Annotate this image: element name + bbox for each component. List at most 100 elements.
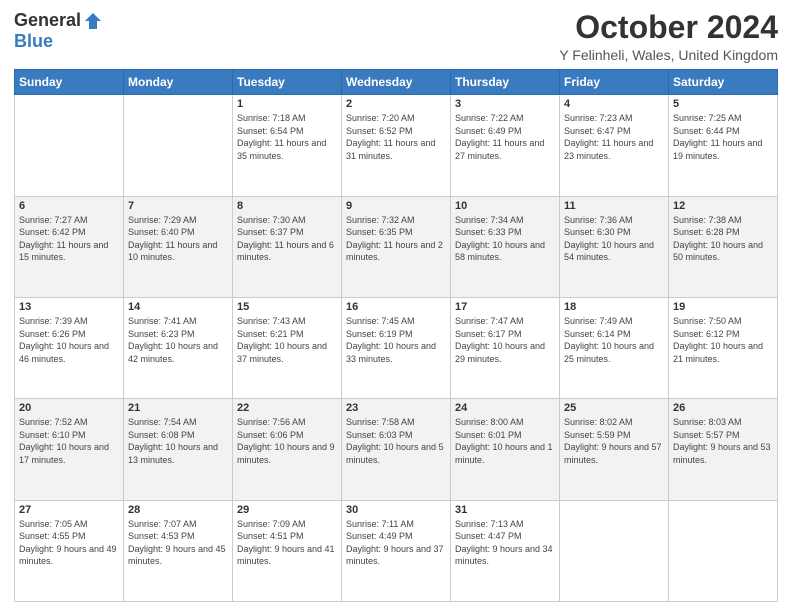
table-cell: 8Sunrise: 7:30 AMSunset: 6:37 PMDaylight… — [233, 196, 342, 297]
day-number: 14 — [128, 301, 228, 313]
day-info: Sunrise: 7:23 AMSunset: 6:47 PMDaylight:… — [564, 112, 664, 162]
day-info: Sunrise: 7:45 AMSunset: 6:19 PMDaylight:… — [346, 315, 446, 365]
day-info: Sunrise: 7:50 AMSunset: 6:12 PMDaylight:… — [673, 315, 773, 365]
day-number: 4 — [564, 98, 664, 110]
day-info: Sunrise: 7:54 AMSunset: 6:08 PMDaylight:… — [128, 416, 228, 466]
day-number: 17 — [455, 301, 555, 313]
table-cell — [124, 95, 233, 196]
logo: General Blue — [14, 10, 103, 52]
day-info: Sunrise: 7:22 AMSunset: 6:49 PMDaylight:… — [455, 112, 555, 162]
table-cell: 4 Sunrise: 7:23 AMSunset: 6:47 PMDaylight… — [560, 95, 669, 196]
table-cell: 5Sunrise: 7:25 AMSunset: 6:44 PMDaylight… — [669, 95, 778, 196]
day-number: 18 — [564, 301, 664, 313]
day-info: Sunrise: 7:07 AMSunset: 4:53 PMDaylight:… — [128, 518, 228, 568]
day-number: 6 — [19, 200, 119, 212]
table-cell: 6 Sunrise: 7:27 AMSunset: 6:42 PMDaylight… — [15, 196, 124, 297]
table-cell: 26 Sunrise: 8:03 AMSunset: 5:57 PMDayligh… — [669, 399, 778, 500]
day-info: Sunrise: 7:38 AMSunset: 6:28 PMDaylight:… — [673, 214, 773, 264]
day-info: Sunrise: 7:43 AMSunset: 6:21 PMDaylight:… — [237, 315, 337, 365]
calendar-table: Sunday Monday Tuesday Wednesday Thursday… — [14, 69, 778, 602]
table-cell: 19 Sunrise: 7:50 AMSunset: 6:12 PMDayligh… — [669, 297, 778, 398]
table-cell — [669, 500, 778, 601]
day-info: Sunrise: 7:05 AMSunset: 4:55 PMDaylight:… — [19, 518, 119, 568]
day-number: 9 — [346, 200, 446, 212]
day-number: 27 — [19, 504, 119, 516]
table-cell: 1 Sunrise: 7:18 AMSunset: 6:54 PMDaylight… — [233, 95, 342, 196]
table-cell: 24 Sunrise: 8:00 AMSunset: 6:01 PMDayligh… — [451, 399, 560, 500]
day-number: 16 — [346, 301, 446, 313]
table-cell: 22Sunrise: 7:56 AMSunset: 6:06 PMDayligh… — [233, 399, 342, 500]
day-number: 11 — [564, 200, 664, 212]
day-number: 1 — [237, 98, 337, 110]
day-info: Sunrise: 7:20 AMSunset: 6:52 PMDaylight:… — [346, 112, 446, 162]
day-number: 22 — [237, 402, 337, 414]
day-number: 13 — [19, 301, 119, 313]
day-number: 15 — [237, 301, 337, 313]
calendar-row: 6 Sunrise: 7:27 AMSunset: 6:42 PMDaylight… — [15, 196, 778, 297]
day-info: Sunrise: 7:30 AMSunset: 6:37 PMDaylight:… — [237, 214, 337, 264]
calendar-row: 1 Sunrise: 7:18 AMSunset: 6:54 PMDaylight… — [15, 95, 778, 196]
day-number: 26 — [673, 402, 773, 414]
table-cell: 10 Sunrise: 7:34 AMSunset: 6:33 PMDayligh… — [451, 196, 560, 297]
col-wednesday: Wednesday — [342, 70, 451, 95]
day-number: 7 — [128, 200, 228, 212]
logo-icon — [83, 11, 103, 31]
day-info: Sunrise: 7:25 AMSunset: 6:44 PMDaylight:… — [673, 112, 773, 162]
day-info: Sunrise: 7:34 AMSunset: 6:33 PMDaylight:… — [455, 214, 555, 264]
table-cell: 30Sunrise: 7:11 AMSunset: 4:49 PMDayligh… — [342, 500, 451, 601]
col-tuesday: Tuesday — [233, 70, 342, 95]
day-number: 12 — [673, 200, 773, 212]
day-info: Sunrise: 8:03 AMSunset: 5:57 PMDaylight:… — [673, 416, 773, 466]
table-cell: 17 Sunrise: 7:47 AMSunset: 6:17 PMDayligh… — [451, 297, 560, 398]
table-cell: 14Sunrise: 7:41 AMSunset: 6:23 PMDayligh… — [124, 297, 233, 398]
day-info: Sunrise: 7:27 AMSunset: 6:42 PMDaylight:… — [19, 214, 119, 264]
day-info: Sunrise: 8:02 AMSunset: 5:59 PMDaylight:… — [564, 416, 664, 466]
day-info: Sunrise: 7:52 AMSunset: 6:10 PMDaylight:… — [19, 416, 119, 466]
table-cell: 25 Sunrise: 8:02 AMSunset: 5:59 PMDayligh… — [560, 399, 669, 500]
col-monday: Monday — [124, 70, 233, 95]
day-info: Sunrise: 7:39 AMSunset: 6:26 PMDaylight:… — [19, 315, 119, 365]
table-cell: 18Sunrise: 7:49 AMSunset: 6:14 PMDayligh… — [560, 297, 669, 398]
calendar-header-row: Sunday Monday Tuesday Wednesday Thursday… — [15, 70, 778, 95]
table-cell: 3 Sunrise: 7:22 AMSunset: 6:49 PMDaylight… — [451, 95, 560, 196]
day-number: 3 — [455, 98, 555, 110]
table-cell: 21 Sunrise: 7:54 AMSunset: 6:08 PMDayligh… — [124, 399, 233, 500]
day-number: 19 — [673, 301, 773, 313]
table-cell: 2Sunrise: 7:20 AMSunset: 6:52 PMDaylight… — [342, 95, 451, 196]
title-section: October 2024 Y Felinheli, Wales, United … — [559, 10, 778, 63]
table-cell: 16 Sunrise: 7:45 AMSunset: 6:19 PMDayligh… — [342, 297, 451, 398]
calendar-row: 27 Sunrise: 7:05 AMSunset: 4:55 PMDayligh… — [15, 500, 778, 601]
table-cell — [560, 500, 669, 601]
table-cell: 28 Sunrise: 7:07 AMSunset: 4:53 PMDayligh… — [124, 500, 233, 601]
day-info: Sunrise: 7:32 AMSunset: 6:35 PMDaylight:… — [346, 214, 446, 264]
day-number: 29 — [237, 504, 337, 516]
table-cell: 29 Sunrise: 7:09 AMSunset: 4:51 PMDayligh… — [233, 500, 342, 601]
table-cell: 13 Sunrise: 7:39 AMSunset: 6:26 PMDayligh… — [15, 297, 124, 398]
day-info: Sunrise: 7:11 AMSunset: 4:49 PMDaylight:… — [346, 518, 446, 568]
day-number: 28 — [128, 504, 228, 516]
day-number: 21 — [128, 402, 228, 414]
day-number: 10 — [455, 200, 555, 212]
table-cell: 23 Sunrise: 7:58 AMSunset: 6:03 PMDayligh… — [342, 399, 451, 500]
table-cell: 11Sunrise: 7:36 AMSunset: 6:30 PMDayligh… — [560, 196, 669, 297]
calendar-row: 20Sunrise: 7:52 AMSunset: 6:10 PMDayligh… — [15, 399, 778, 500]
day-number: 24 — [455, 402, 555, 414]
col-thursday: Thursday — [451, 70, 560, 95]
day-info: Sunrise: 7:29 AMSunset: 6:40 PMDaylight:… — [128, 214, 228, 264]
day-info: Sunrise: 7:09 AMSunset: 4:51 PMDaylight:… — [237, 518, 337, 568]
day-info: Sunrise: 7:47 AMSunset: 6:17 PMDaylight:… — [455, 315, 555, 365]
calendar-row: 13 Sunrise: 7:39 AMSunset: 6:26 PMDayligh… — [15, 297, 778, 398]
table-cell: 15 Sunrise: 7:43 AMSunset: 6:21 PMDayligh… — [233, 297, 342, 398]
col-saturday: Saturday — [669, 70, 778, 95]
table-cell: 7 Sunrise: 7:29 AMSunset: 6:40 PMDaylight… — [124, 196, 233, 297]
table-cell: 9 Sunrise: 7:32 AMSunset: 6:35 PMDaylight… — [342, 196, 451, 297]
day-number: 23 — [346, 402, 446, 414]
header: General Blue October 2024 Y Felinheli, W… — [14, 10, 778, 63]
day-info: Sunrise: 7:58 AMSunset: 6:03 PMDaylight:… — [346, 416, 446, 466]
location-text: Y Felinheli, Wales, United Kingdom — [559, 47, 778, 63]
day-number: 25 — [564, 402, 664, 414]
day-info: Sunrise: 8:00 AMSunset: 6:01 PMDaylight:… — [455, 416, 555, 466]
month-title: October 2024 — [559, 10, 778, 45]
col-friday: Friday — [560, 70, 669, 95]
day-info: Sunrise: 7:18 AMSunset: 6:54 PMDaylight:… — [237, 112, 337, 162]
